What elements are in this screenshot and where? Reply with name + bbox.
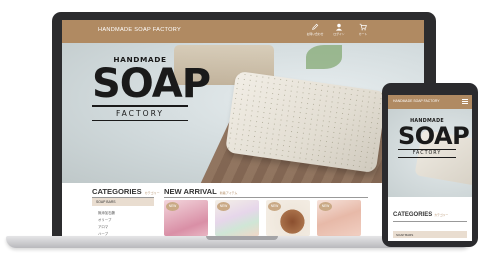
device-mockup: HANDMADE SOAP FACTORY お問い合わせ ログイン カート HA… [0, 0, 478, 255]
phone-category-soap-bars[interactable]: SOAP BARS [393, 231, 467, 238]
laptop-notch [206, 236, 278, 240]
login-label: ログイン [333, 32, 345, 36]
site-header: HANDMADE SOAP FACTORY お問い合わせ ログイン カート [62, 20, 424, 43]
phone-header: HANDMADE SOAP FACTORY [388, 95, 472, 109]
laptop-screen: HANDMADE SOAP FACTORY お問い合わせ ログイン カート HA… [62, 20, 424, 238]
contact-button[interactable]: お問い合わせ [305, 23, 325, 36]
cart-label: カート [358, 32, 368, 36]
category-item[interactable]: アロマ [98, 224, 108, 229]
new-badge: NEW [166, 202, 179, 211]
category-item[interactable]: 無添加石鹸 [98, 210, 115, 215]
pencil-icon [312, 23, 319, 30]
cart-icon [359, 23, 367, 31]
logo-main-text: SOAP [92, 61, 211, 107]
phone-categories-heading: CATEGORIES カテゴリー [393, 212, 449, 218]
site-name[interactable]: HANDMADE SOAP FACTORY [98, 27, 181, 33]
product-card-macaron-soap[interactable]: NEW [317, 200, 361, 236]
cart-button[interactable]: カート [353, 23, 373, 36]
hero-banner: HANDMADE SOAP FACTORY [62, 43, 424, 183]
new-badge: NEW [319, 202, 332, 211]
logo-sub-text: FACTORY [115, 108, 165, 118]
product-card-pastel-soap[interactable]: NEW [215, 200, 259, 236]
logo-rule [92, 119, 188, 121]
categories-heading: CATEGORIES カテゴリー [92, 187, 160, 196]
product-card-wood-brush[interactable]: NEW [266, 200, 310, 236]
leaf-decoration [306, 45, 342, 69]
category-item[interactable]: オリーブ [98, 217, 111, 222]
login-button[interactable]: ログイン [329, 23, 349, 36]
new-arrival-rule [164, 197, 368, 198]
logo-rule [398, 157, 456, 158]
phone-brand-logo: HANDMADE SOAP FACTORY [398, 119, 470, 159]
hamburger-menu-icon[interactable] [462, 99, 468, 106]
phone-site-name[interactable]: HANDMADE SOAP FACTORY [393, 99, 440, 103]
phone-screen: HANDMADE SOAP FACTORY HANDMADE SOAP FACT… [388, 95, 472, 241]
logo-sub-text: FACTORY [412, 151, 442, 156]
new-badge: NEW [217, 202, 230, 211]
category-soap-bars[interactable]: SOAP BARS [92, 198, 154, 206]
new-arrival-heading: NEW ARRIVAL 新着アイテム [164, 187, 238, 196]
brand-logo: HANDMADE SOAP FACTORY [92, 55, 211, 122]
user-icon [335, 23, 343, 31]
logo-main-text: SOAP [398, 122, 470, 150]
product-card-pink-soap[interactable]: NEW [164, 200, 208, 236]
phone-hero-banner: HANDMADE SOAP FACTORY [388, 109, 472, 197]
phone-categories-rule [393, 221, 467, 222]
contact-label: お問い合わせ [306, 32, 324, 36]
new-badge: NEW [268, 202, 281, 211]
